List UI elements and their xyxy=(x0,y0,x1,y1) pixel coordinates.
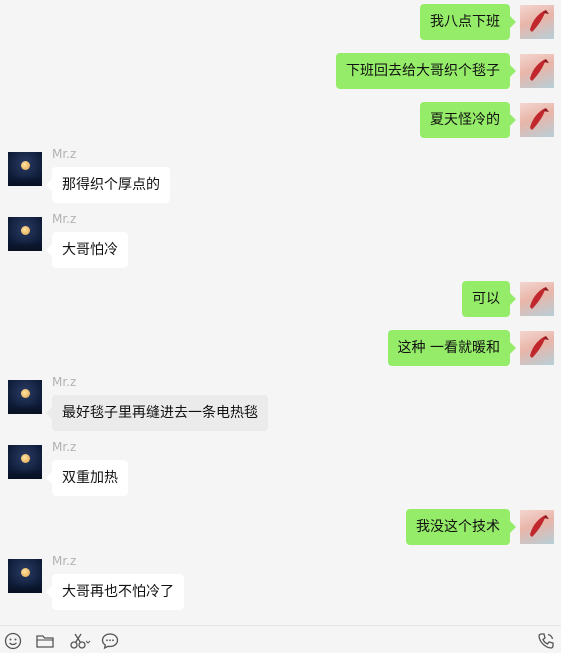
avatar[interactable] xyxy=(8,217,42,251)
message-row: 夏天怪冷的 xyxy=(0,102,561,138)
avatar[interactable] xyxy=(520,331,554,365)
message-row: 下班回去给大哥织个毯子 xyxy=(0,53,561,89)
avatar[interactable] xyxy=(8,445,42,479)
message-bubble[interactable]: 这种 一看就暖和 xyxy=(387,330,517,366)
sender-name: Mr.z xyxy=(52,554,77,568)
message-bubble[interactable]: 我八点下班 xyxy=(420,4,516,40)
message-bubble[interactable]: 夏天怪冷的 xyxy=(420,102,516,138)
chat-bubble-icon[interactable] xyxy=(100,631,120,651)
message-row: Mr.z 最好毯子里再缝进去一条电热毯 xyxy=(0,375,561,431)
sender-name: Mr.z xyxy=(52,212,77,226)
message-bubble[interactable]: 大哥再也不怕冷了 xyxy=(46,574,184,610)
moon-icon xyxy=(21,226,30,235)
avatar[interactable] xyxy=(520,282,554,316)
folder-icon[interactable] xyxy=(35,631,55,651)
moon-icon xyxy=(21,568,30,577)
avatar[interactable] xyxy=(8,559,42,593)
chat-history[interactable]: 我八点下班 下班回去给大哥织个毯子 夏天怪冷的 Mr.z 那得织个厚点的 Mr.… xyxy=(0,0,561,625)
avatar[interactable] xyxy=(8,380,42,414)
emoji-icon[interactable] xyxy=(3,631,23,651)
message-row: 可以 xyxy=(0,281,561,317)
message-row: 我八点下班 xyxy=(0,4,561,40)
moon-icon xyxy=(21,389,30,398)
message-row: Mr.z 大哥再也不怕冷了 xyxy=(0,554,561,610)
phone-call-icon[interactable] xyxy=(536,631,556,651)
message-row: 我没这个技术 xyxy=(0,509,561,545)
avatar[interactable] xyxy=(520,510,554,544)
message-bubble[interactable]: 大哥怕冷 xyxy=(46,232,128,268)
message-row: Mr.z 双重加热 xyxy=(0,440,561,496)
avatar[interactable] xyxy=(8,152,42,186)
moon-icon xyxy=(21,454,30,463)
moon-icon xyxy=(21,161,30,170)
message-bubble[interactable]: 可以 xyxy=(462,281,516,317)
sender-name: Mr.z xyxy=(52,375,77,389)
message-bubble[interactable]: 那得织个厚点的 xyxy=(46,167,170,203)
message-row: Mr.z 那得织个厚点的 xyxy=(0,147,561,203)
scissors-icon[interactable] xyxy=(68,631,92,651)
sender-name: Mr.z xyxy=(52,147,77,161)
message-bubble[interactable]: 双重加热 xyxy=(46,460,128,496)
avatar[interactable] xyxy=(520,5,554,39)
sender-name: Mr.z xyxy=(52,440,77,454)
input-toolbar xyxy=(0,625,561,653)
message-bubble[interactable]: 最好毯子里再缝进去一条电热毯 xyxy=(46,395,268,431)
avatar[interactable] xyxy=(520,103,554,137)
avatar[interactable] xyxy=(520,54,554,88)
message-bubble[interactable]: 我没这个技术 xyxy=(406,509,516,545)
message-row: Mr.z 大哥怕冷 xyxy=(0,212,561,268)
message-bubble[interactable]: 下班回去给大哥织个毯子 xyxy=(336,53,516,89)
message-row: 这种 一看就暖和 xyxy=(0,330,561,366)
